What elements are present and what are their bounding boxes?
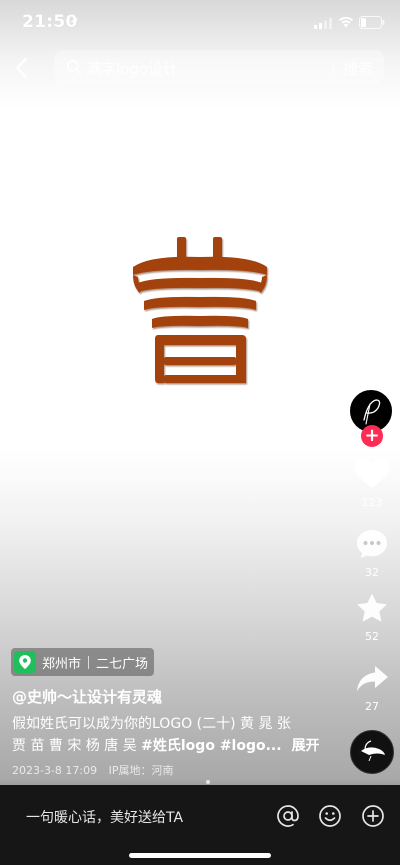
like-button[interactable]: 123 bbox=[350, 458, 394, 509]
heart-icon bbox=[355, 459, 389, 488]
music-disc[interactable] bbox=[350, 730, 394, 774]
favorite-button[interactable]: 52 bbox=[350, 592, 394, 643]
chip-divider bbox=[88, 655, 90, 669]
author-name[interactable]: @史帅～让设计有灵魂 bbox=[12, 686, 162, 707]
like-count: 123 bbox=[361, 496, 383, 509]
post-meta: 2023-3-8 17:09 IP属地：河南 bbox=[12, 762, 174, 778]
progress-indicator bbox=[206, 780, 210, 784]
plus-circle-icon[interactable] bbox=[361, 804, 385, 828]
back-icon[interactable] bbox=[10, 55, 36, 81]
caption-line-2: 贾 苗 曹 宋 杨 唐 吴 #姓氏logo #logo... 展开 bbox=[12, 735, 320, 757]
search-input[interactable]: 满字logo设计 搜索 bbox=[54, 50, 384, 84]
comment-count: 32 bbox=[365, 566, 379, 579]
search-button[interactable]: 搜索 bbox=[343, 58, 373, 79]
post-date: 2023-3-8 17:09 bbox=[12, 764, 98, 777]
status-bar: 21:50 bbox=[0, 0, 400, 44]
location-place: 二七广场 bbox=[96, 656, 149, 672]
caption-line-1: 假如姓氏可以成为你的LOGO (二十) 黄 晁 张 bbox=[12, 716, 291, 732]
post-caption[interactable]: 假如姓氏可以成为你的LOGO (二十) 黄 晁 张 贾 苗 曹 宋 杨 唐 吴 … bbox=[12, 713, 320, 757]
emoji-icon[interactable] bbox=[318, 804, 342, 828]
location-arrow-icon bbox=[70, 18, 78, 26]
hashtags[interactable]: #姓氏logo #logo... bbox=[141, 738, 281, 754]
comment-icon bbox=[357, 530, 387, 558]
map-pin-icon bbox=[14, 651, 36, 673]
home-indicator[interactable] bbox=[129, 853, 271, 858]
cao-surname-logo[interactable] bbox=[130, 235, 270, 387]
wifi-icon bbox=[339, 16, 353, 28]
favorite-count: 52 bbox=[365, 630, 379, 643]
expand-link[interactable]: 展开 bbox=[292, 738, 320, 754]
search-query: 满字logo设计 bbox=[86, 60, 179, 78]
share-count: 27 bbox=[365, 700, 379, 713]
location-chip[interactable]: 郑州市 二七广场 bbox=[11, 648, 155, 676]
video-screen: 21:50 满字logo设计 搜索 + 123 32 52 27 郑州市 二七广… bbox=[0, 0, 400, 865]
battery-icon bbox=[359, 16, 385, 29]
search-icon bbox=[67, 60, 81, 74]
caption-names: 贾 苗 曹 宋 杨 唐 吴 bbox=[12, 738, 142, 754]
comment-input[interactable]: 一句暖心话，美好送给TA bbox=[26, 807, 183, 827]
signal-icon bbox=[314, 18, 332, 29]
star-icon bbox=[357, 593, 387, 622]
location-city: 郑州市 bbox=[42, 656, 82, 672]
at-icon[interactable] bbox=[276, 804, 300, 828]
share-icon bbox=[357, 666, 388, 691]
search-divider bbox=[333, 60, 334, 75]
comment-bar: 一句暖心话，美好送给TA bbox=[0, 785, 400, 865]
follow-button[interactable]: + bbox=[361, 425, 383, 447]
ip-location: IP属地：河南 bbox=[108, 764, 174, 777]
share-button[interactable]: 27 bbox=[350, 664, 394, 713]
bird-logo-icon bbox=[361, 740, 385, 762]
comment-button[interactable]: 32 bbox=[350, 528, 394, 579]
